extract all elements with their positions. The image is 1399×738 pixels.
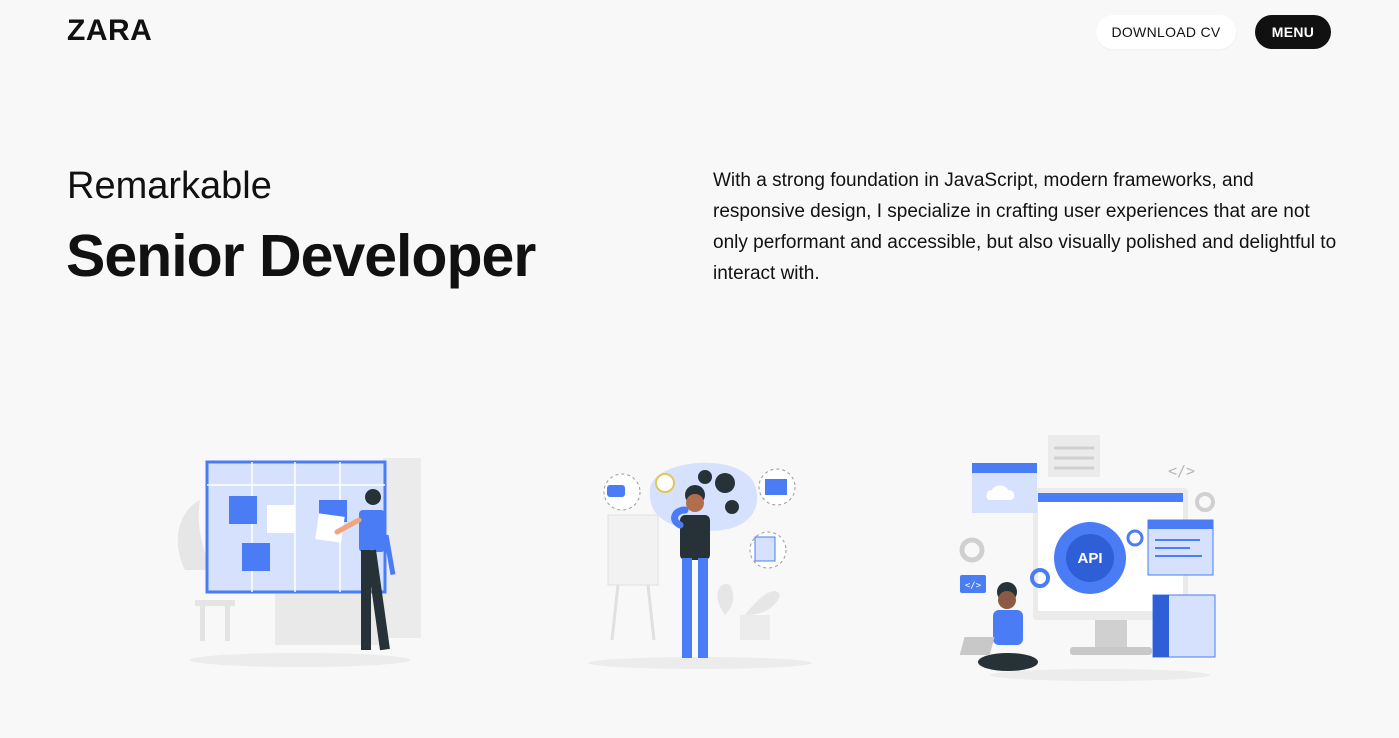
hero-description: With a strong foundation in JavaScript, … [713,170,1337,284]
api-developer-illustration: </> API </> [959,435,1216,681]
thinking-person-illustration [588,462,812,669]
task-board-illustration [177,458,421,667]
hero-eyebrow: Remarkable [67,165,272,207]
logo[interactable]: ZARA [67,14,152,48]
code-tag-grey: </> [1168,462,1195,480]
code-tag-blue: </> [965,581,982,591]
hero-title: Senior Developer [66,223,536,289]
site-header: ZARA DOWNLOAD CV MENU [0,0,1399,66]
menu-button[interactable]: MENU [1255,15,1331,49]
download-cv-button[interactable]: DOWNLOAD CV [1096,15,1236,49]
api-label: API [1077,550,1102,567]
